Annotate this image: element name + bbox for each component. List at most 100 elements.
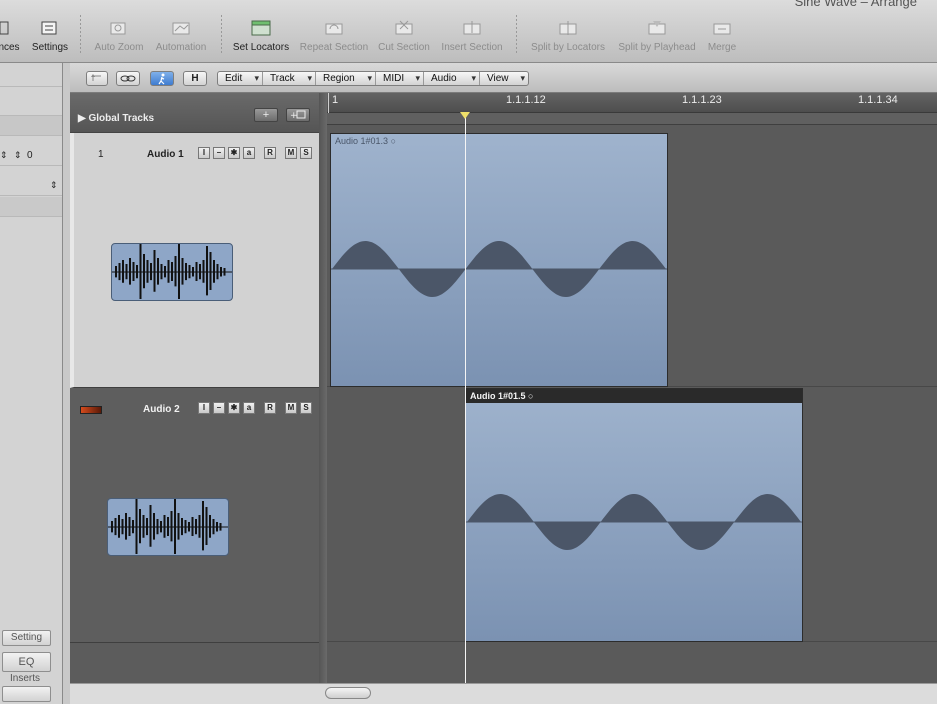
preferences-icon (0, 20, 10, 36)
menu-audio[interactable]: Audio (424, 72, 480, 85)
menu-track[interactable]: Track (263, 72, 316, 85)
record-enable-button[interactable]: R (264, 147, 276, 159)
hide-button[interactable]: H (183, 71, 207, 86)
menu-edit[interactable]: Edit (218, 72, 263, 85)
catch-icon (91, 74, 101, 81)
playhead[interactable] (465, 113, 466, 683)
auto-zoom-icon (109, 20, 129, 36)
input-monitor-button[interactable]: I (198, 402, 210, 414)
disclosure-triangle-icon: ▶ (78, 113, 86, 124)
timeline-area: 1 1.1.1.12 1.1.1.23 1.1.1.34 Audio 1#01.… (327, 93, 937, 683)
bar-ruler[interactable]: 1 1.1.1.12 1.1.1.23 1.1.1.34 (327, 93, 937, 113)
ruler-tick (328, 93, 329, 113)
toolbar-auto-zoom-button[interactable]: Auto Zoom (90, 18, 148, 60)
ruler-tick-label: 1.1.1.23 (682, 94, 722, 106)
toolbar-set-locators-button[interactable]: Set Locators (231, 18, 291, 60)
ruler-tick-label: 1 (332, 94, 339, 106)
popup-arrows-icon: ⇕ (50, 180, 58, 190)
playhead-marker-icon[interactable] (460, 112, 470, 119)
toolbar-cut-section-button[interactable]: Cut Section (376, 18, 432, 60)
audio-track-icon (107, 497, 229, 556)
menu-midi[interactable]: MIDI (376, 72, 424, 85)
mute-button[interactable]: M (285, 147, 297, 159)
lock-button[interactable]: a (243, 402, 255, 414)
toolbar-merge-button[interactable]: Merge (704, 18, 740, 60)
solo-button[interactable]: S (300, 402, 312, 414)
inspector-popup-row[interactable]: ⇕ (0, 176, 62, 196)
solo-button[interactable]: S (300, 147, 312, 159)
flex-mode-button[interactable] (150, 71, 174, 86)
running-figure-icon (158, 73, 165, 85)
set-locators-icon (251, 20, 271, 36)
toolbar-split-by-playhead-button[interactable]: Split by Playhead (614, 18, 700, 60)
catch-button[interactable] (86, 71, 108, 86)
toolbar-settings-button[interactable]: Settings (30, 18, 70, 60)
region-name: Audio 1#01.5 ○ (470, 391, 534, 401)
toolbar-preferences-button[interactable]: nces (0, 18, 22, 60)
setting-button[interactable]: Setting (2, 630, 51, 646)
split-by-playhead-icon (647, 20, 667, 36)
scrollbar-thumb[interactable] (325, 687, 371, 699)
duplicate-track-icon: + (290, 110, 306, 121)
tracklist-divider[interactable] (319, 93, 327, 683)
window-title: Sine Wave – Arrange (794, 0, 917, 9)
inspector-row (0, 116, 62, 136)
track-name[interactable]: Audio 2 (143, 404, 180, 415)
loop-circle-icon: ○ (390, 136, 396, 146)
inserts-label: Inserts (9, 673, 40, 684)
audio-region-selected[interactable]: Audio 1#01.5 ○ (465, 388, 803, 642)
insert-slot[interactable] (2, 686, 51, 702)
record-enable-button[interactable]: R (264, 402, 276, 414)
new-track-button[interactable]: + (254, 108, 278, 122)
inspector-row (0, 197, 62, 217)
inspector-field-value: 0 (27, 150, 33, 161)
split-by-locators-icon (558, 20, 578, 36)
link-button[interactable] (116, 71, 140, 86)
input-monitor-button[interactable]: I (198, 147, 210, 159)
freeze-button[interactable]: ✱ (228, 402, 240, 414)
ruler-tick-label: 1.1.1.12 (506, 94, 546, 106)
link-icon (120, 75, 136, 82)
inspector-field-row[interactable]: ⇕ ⇕ 0 (0, 146, 62, 166)
ruler-tick-label: 1.1.1.34 (858, 94, 898, 106)
insert-section-icon (462, 20, 482, 36)
duplicate-track-button[interactable]: + (286, 108, 310, 122)
arrange-area: H Edit Track Region MIDI Audio View ▶ Gl… (70, 63, 937, 704)
track-list: ▶ Global Tracks + + 1 Audio 1 I – ✱ a R … (70, 93, 319, 683)
lock-button[interactable]: a (243, 147, 255, 159)
audio-track-icon (111, 242, 233, 301)
toolbar-split-by-locators-button[interactable]: Split by Locators (526, 18, 610, 60)
toolbar-repeat-section-button[interactable]: Repeat Section (298, 18, 370, 60)
track-name[interactable]: Audio 1 (147, 149, 184, 160)
mute-button[interactable]: M (285, 402, 297, 414)
locator-strip[interactable] (327, 113, 937, 125)
merge-icon (712, 20, 732, 36)
track-header-audio-2[interactable]: Audio 2 I – ✱ a R M S (70, 388, 319, 643)
toolbar-insert-section-button[interactable]: Insert Section (438, 18, 506, 60)
settings-icon (40, 20, 60, 36)
menu-region[interactable]: Region (316, 72, 376, 85)
toolbar-automation-button[interactable]: Automation (152, 18, 210, 60)
audio-region[interactable]: Audio 1#01.3 ○ (330, 133, 668, 387)
menu-view[interactable]: View (480, 72, 528, 85)
global-tracks-toggle[interactable]: ▶ Global Tracks (78, 113, 154, 124)
horizontal-scrollbar[interactable] (70, 683, 937, 704)
fade-button[interactable]: – (213, 402, 225, 414)
track-number: 1 (98, 149, 104, 160)
stepper-icon[interactable]: ⇕ (14, 150, 22, 161)
eq-button[interactable]: EQ (2, 652, 51, 672)
cut-section-icon (394, 20, 414, 36)
freeze-button[interactable]: ✱ (228, 147, 240, 159)
inspector-row (0, 96, 62, 116)
stepper-icon[interactable]: ⇕ (0, 150, 8, 161)
toolbar-separator (80, 15, 81, 55)
track-header-audio-1[interactable]: 1 Audio 1 I – ✱ a R M S (70, 133, 319, 388)
inspector-panel: ⇕ ⇕ 0 ⇕ Setting EQ Inserts (0, 63, 63, 704)
main-toolbar: Sine Wave – Arrange nces Settings Auto Z… (0, 0, 937, 63)
fade-button[interactable]: – (213, 147, 225, 159)
region-name: Audio 1#01.3 ○ (335, 136, 396, 146)
toolbar-separator (221, 15, 222, 55)
repeat-section-icon (324, 20, 344, 36)
arrange-local-menu-bar: H Edit Track Region MIDI Audio View (70, 63, 937, 93)
global-tracks-header[interactable]: ▶ Global Tracks + + (70, 93, 319, 133)
